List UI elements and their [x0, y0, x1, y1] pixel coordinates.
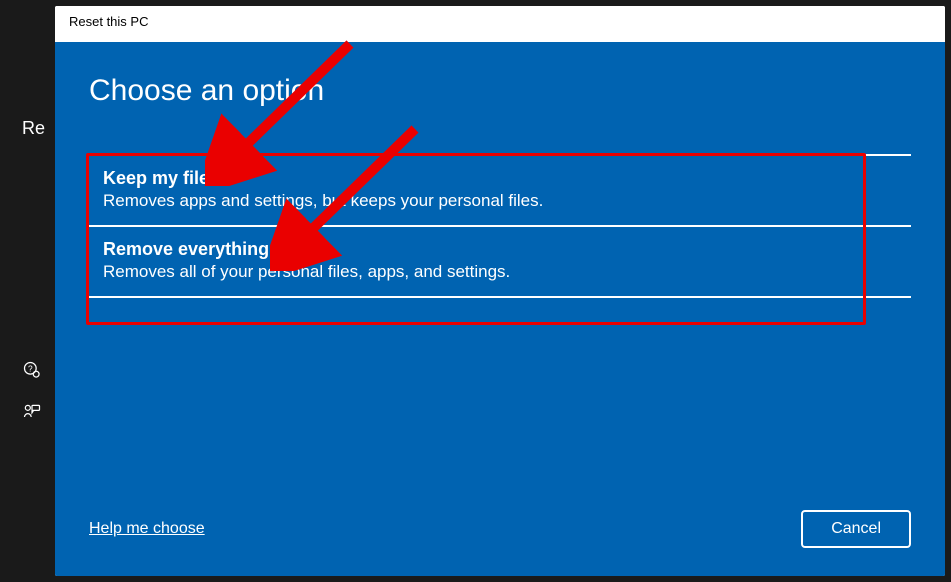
help-icon[interactable]: ?: [22, 360, 42, 380]
option-keep-my-files[interactable]: Keep my files Removes apps and settings,…: [89, 154, 911, 225]
option-description: Removes all of your personal files, apps…: [103, 262, 897, 282]
option-title: Keep my files: [103, 168, 897, 189]
help-me-choose-link[interactable]: Help me choose: [89, 520, 205, 538]
feedback-icon[interactable]: [22, 402, 42, 422]
dialog-body: Choose an option Keep my files Removes a…: [55, 42, 945, 576]
option-title: Remove everything: [103, 239, 897, 260]
reset-pc-dialog: Reset this PC Choose an option Keep my f…: [55, 6, 945, 576]
background-partial-label: Re: [22, 118, 45, 139]
cancel-button[interactable]: Cancel: [801, 510, 911, 548]
option-remove-everything[interactable]: Remove everything Removes all of your pe…: [89, 225, 911, 298]
options-list: Keep my files Removes apps and settings,…: [89, 154, 911, 298]
window-title: Reset this PC: [55, 6, 945, 42]
dialog-heading: Choose an option: [89, 74, 911, 108]
svg-text:?: ?: [28, 364, 33, 374]
option-description: Removes apps and settings, but keeps you…: [103, 191, 897, 211]
